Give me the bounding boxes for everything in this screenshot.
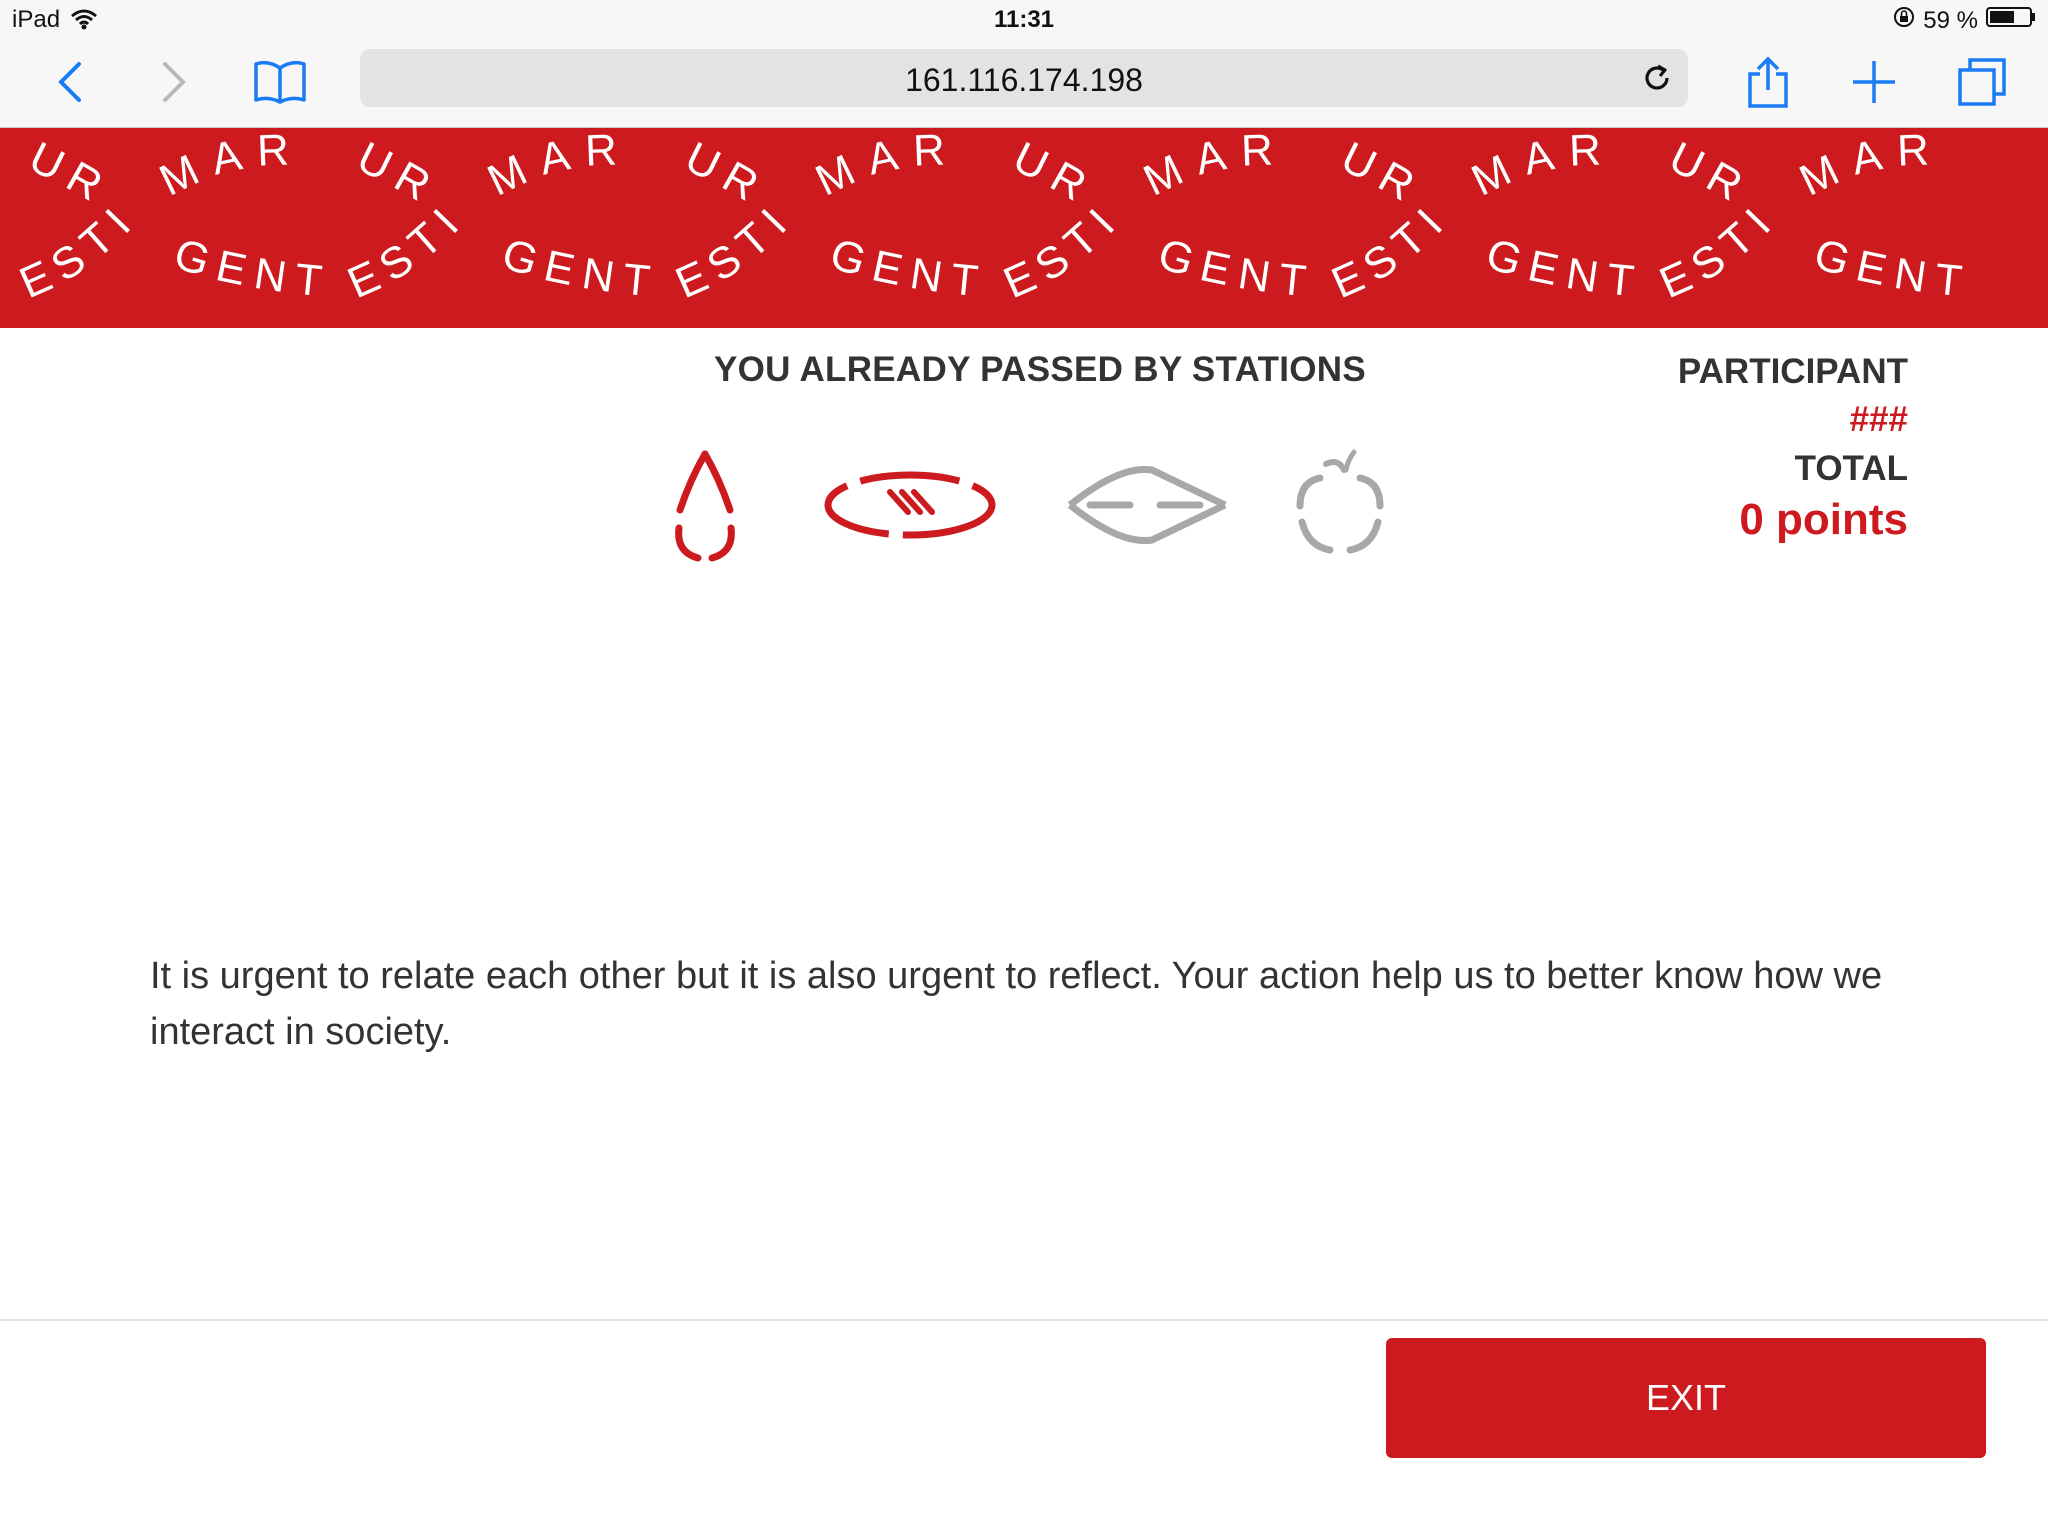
wordmark-bottom-right: GENT	[1481, 229, 1647, 307]
reload-icon[interactable]	[1634, 55, 1680, 101]
wordmark-bottom-right: GENT	[169, 229, 335, 307]
wordmark-bottom-left: ESTI	[997, 193, 1131, 308]
battery-percent: 59 %	[1923, 6, 1978, 34]
participant-label: PARTICIPANT	[1677, 352, 1908, 391]
eye-icon	[1067, 465, 1227, 545]
blood-drop-icon	[675, 450, 735, 562]
participant-panel: PARTICIPANT ### TOTAL 0 points	[1678, 350, 1908, 548]
wordmark-middle: MAR	[152, 128, 304, 205]
participant-id: ###	[1849, 400, 1908, 439]
wordmark-bottom-right: GENT	[497, 229, 663, 307]
status-bar: iPad 11:31 59 %	[0, 0, 2048, 42]
apple-icon	[1296, 449, 1384, 554]
address-bar[interactable]: 161.116.174.198	[360, 49, 1688, 107]
new-tab-icon[interactable]	[1842, 50, 1906, 114]
back-icon[interactable]	[38, 50, 102, 114]
url-text: 161.116.174.198	[905, 62, 1143, 98]
wordmark-pattern: UR MARESTIGENTUR MARESTIGENTUR MARESTIGENTU…	[13, 128, 1975, 308]
battery-icon	[1986, 6, 2036, 35]
wordmark-bottom-right: GENT	[1809, 229, 1975, 307]
mouth-icon	[824, 471, 996, 539]
wordmark-middle: MAR	[480, 128, 632, 205]
wordmark-bottom-right: GENT	[1153, 229, 1319, 307]
wordmark-middle: MAR	[808, 128, 960, 205]
wordmark-middle: MAR	[1464, 128, 1616, 205]
stations-heading: YOU ALREADY PASSED BY STATIONS	[713, 350, 1367, 389]
bookmarks-icon[interactable]	[248, 50, 312, 114]
total-points: 0 points	[1739, 495, 1908, 544]
clock: 11:31	[993, 6, 1055, 33]
wordmark-bottom-left: ESTI	[13, 193, 147, 308]
rotation-lock-icon	[1893, 6, 1915, 35]
wordmark-middle: MAR	[1136, 128, 1288, 205]
wordmark-bottom-right: GENT	[825, 229, 991, 307]
footer-divider	[0, 1319, 2048, 1321]
exit-button[interactable]: EXIT	[1386, 1338, 1986, 1458]
share-icon[interactable]	[1736, 50, 1800, 114]
wordmark-bottom-left: ESTI	[1653, 193, 1787, 308]
wordmark-middle: MAR	[1792, 128, 1944, 205]
browser-toolbar: 161.116.174.198	[0, 42, 2048, 128]
wordmark-bottom-left: ESTI	[341, 193, 475, 308]
tabs-icon[interactable]	[1950, 50, 2014, 114]
brand-banner: UR MAR ESTI GENT UR MAR ESTI GENT UR MAR ESTI GENT U…	[0, 128, 2048, 328]
reflection-message: It is urgent to relate each other but it…	[150, 955, 1883, 1053]
wordmark-bottom-left: ESTI	[1325, 193, 1459, 308]
status-right: 59 %	[1893, 6, 2036, 35]
wordmark-bottom-left: ESTI	[669, 193, 803, 308]
total-label: TOTAL	[1794, 449, 1908, 488]
station-icons	[640, 430, 1420, 570]
forward-icon[interactable]	[142, 50, 206, 114]
